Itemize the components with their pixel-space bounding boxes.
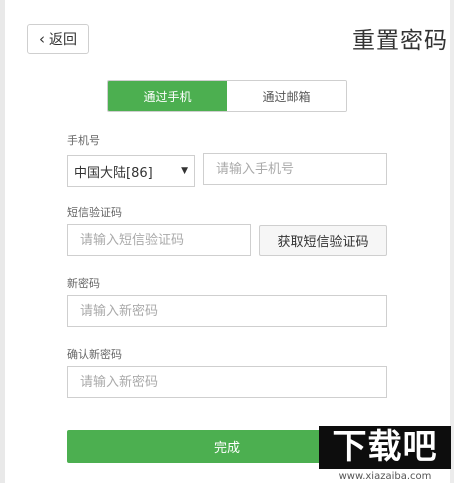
watermark-url: www.xiazaiba.com	[338, 471, 432, 482]
phone-label: 手机号	[67, 134, 100, 147]
new-password-label: 新密码	[67, 277, 100, 290]
region-select-value: 中国大陆[86]	[74, 165, 153, 181]
confirm-password-label: 确认新密码	[67, 348, 122, 361]
region-select[interactable]: 中国大陆[86] ▼	[67, 155, 195, 187]
reset-password-page: ‹ 返回 重置密码 通过手机 通过邮箱 手机号 中国大陆[86] ▼ 短信验证码…	[0, 0, 454, 483]
page-title: 重置密码	[352, 28, 448, 54]
watermark-logo-text: 下载吧	[332, 427, 438, 467]
left-border	[0, 0, 5, 483]
sms-code-input[interactable]	[67, 224, 251, 256]
back-button[interactable]: ‹ 返回	[27, 24, 89, 54]
sms-code-label: 短信验证码	[67, 206, 122, 219]
confirm-password-input[interactable]	[67, 366, 387, 398]
tab-phone[interactable]: 通过手机	[108, 81, 227, 111]
new-password-input[interactable]	[67, 295, 387, 327]
phone-input[interactable]	[203, 153, 387, 185]
verification-method-tabs: 通过手机 通过邮箱	[107, 80, 347, 112]
right-border	[450, 0, 454, 483]
dropdown-arrow-icon: ▼	[181, 166, 188, 176]
get-sms-code-button[interactable]: 获取短信验证码	[259, 225, 387, 256]
site-watermark: 下载吧 www.xiazaiba.com	[319, 426, 451, 483]
tab-email[interactable]: 通过邮箱	[227, 81, 346, 111]
chevron-left-icon: ‹	[39, 30, 45, 48]
back-button-label: 返回	[49, 32, 77, 48]
